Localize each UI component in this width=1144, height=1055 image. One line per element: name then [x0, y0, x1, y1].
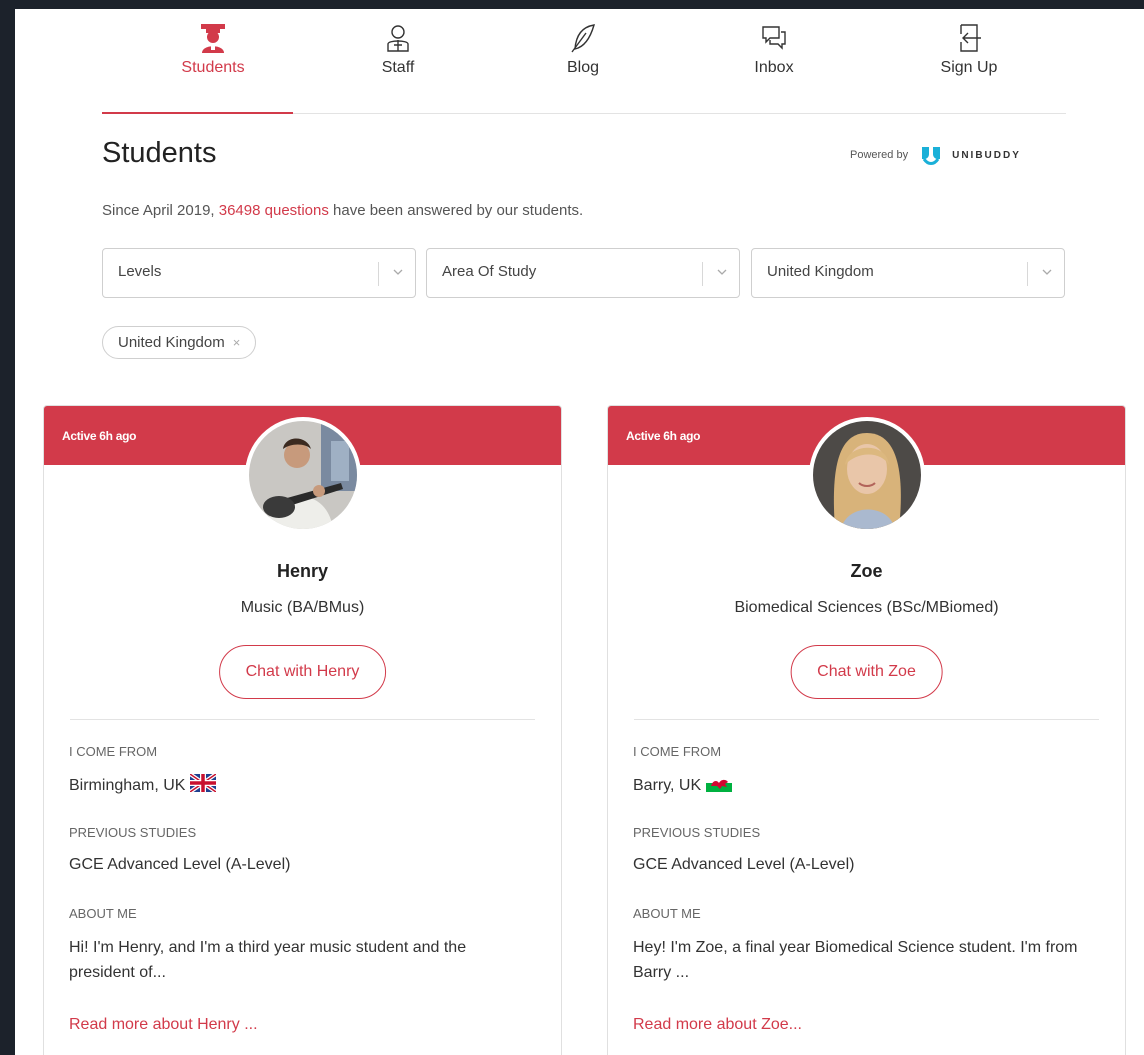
- select-value: Area Of Study: [442, 263, 537, 280]
- chat-bubbles-icon: [709, 23, 839, 59]
- avatar[interactable]: [808, 417, 925, 533]
- graduate-icon: [148, 23, 278, 59]
- feather-icon: [518, 23, 648, 59]
- previous-studies-label: PREVIOUS STUDIES: [633, 825, 761, 840]
- previous-studies-value: GCE Advanced Level (A-Level): [633, 856, 855, 873]
- unibuddy-logo-icon: [920, 145, 942, 165]
- from-label: I COME FROM: [633, 744, 722, 759]
- read-more-link[interactable]: Read more about Henry ...: [69, 1016, 258, 1034]
- summary-suffix: have been answered by our students.: [333, 202, 584, 219]
- divider: [70, 719, 535, 720]
- answered-summary: Since April 2019, 36498 questions have b…: [102, 202, 583, 219]
- previous-studies-value: GCE Advanced Level (A-Level): [69, 856, 291, 873]
- powered-by-label: Powered by: [850, 149, 909, 161]
- student-name: Zoe: [850, 561, 883, 581]
- select-separator: [378, 262, 379, 286]
- from-value: Barry, UK: [633, 774, 733, 797]
- nav-label: Sign Up: [940, 59, 998, 76]
- summary-prefix: Since April 2019,: [102, 202, 215, 219]
- page: Students Staff Blog Inbox Sign Up Studen…: [15, 9, 1144, 1055]
- nav-label: Staff: [381, 59, 415, 76]
- student-card: Active 6h ago Henry Music (BA/BMus) Chat…: [43, 405, 562, 1055]
- chevron-down-icon: [715, 265, 729, 284]
- about-text: Hey! I'm Zoe, a final year Biomedical Sc…: [633, 939, 1078, 981]
- close-icon[interactable]: ×: [233, 327, 241, 358]
- student-course: Biomedical Sciences (BSc/MBiomed): [734, 599, 999, 616]
- unibuddy-wordmark: UNIBUDDY: [952, 149, 1021, 161]
- select-value: Levels: [118, 263, 162, 280]
- country-select[interactable]: United Kingdom: [751, 248, 1065, 298]
- nav-label: Students: [181, 59, 245, 76]
- nav-label: Inbox: [754, 59, 794, 76]
- previous-studies-label: PREVIOUS STUDIES: [69, 825, 197, 840]
- about-text: Hi! I'm Henry, and I'm a third year musi…: [69, 939, 467, 981]
- nav-staff[interactable]: Staff: [333, 23, 463, 77]
- nav-students[interactable]: Students: [148, 23, 278, 77]
- about-label: ABOUT ME: [633, 906, 701, 921]
- chevron-down-icon: [391, 265, 405, 284]
- filter-chip: United Kingdom ×: [102, 326, 257, 359]
- about-label: ABOUT ME: [69, 906, 137, 921]
- chip-label: United Kingdom: [118, 334, 225, 351]
- student-course: Music (BA/BMus): [240, 599, 365, 616]
- nav-active-underline: [102, 112, 293, 114]
- top-nav: Students Staff Blog Inbox Sign Up: [102, 9, 1066, 114]
- chat-button[interactable]: Chat with Zoe: [790, 645, 943, 699]
- nav-signup[interactable]: Sign Up: [904, 23, 1034, 77]
- nav-blog[interactable]: Blog: [518, 23, 648, 77]
- from-value: Birmingham, UK: [69, 772, 218, 797]
- nav-label: Blog: [566, 59, 600, 76]
- hometown: Barry, UK: [633, 776, 702, 794]
- hometown: Birmingham, UK: [69, 776, 186, 794]
- from-label: I COME FROM: [69, 744, 158, 759]
- staff-icon: [333, 23, 463, 59]
- read-more-link[interactable]: Read more about Zoe...: [633, 1016, 802, 1034]
- status-badge: Active 6h ago: [62, 429, 137, 443]
- nav-inbox[interactable]: Inbox: [709, 23, 839, 77]
- avatar[interactable]: [244, 417, 361, 533]
- status-badge: Active 6h ago: [626, 429, 701, 443]
- select-separator: [1027, 262, 1028, 286]
- student-card: Active 6h ago Zoe Biomedical Sciences (B…: [607, 405, 1126, 1055]
- select-value: United Kingdom: [767, 263, 874, 280]
- student-name: Henry: [276, 561, 329, 581]
- divider: [634, 719, 1099, 720]
- wales-flag-icon: [706, 774, 733, 797]
- questions-count: 36498 questions: [218, 202, 329, 219]
- levels-select[interactable]: Levels: [102, 248, 416, 298]
- chevron-down-icon: [1040, 265, 1054, 284]
- powered-by: Powered by UNIBUDDY: [850, 145, 1021, 165]
- uk-flag-icon: [189, 772, 218, 797]
- sign-in-icon: [904, 23, 1034, 59]
- page-title: Students: [102, 137, 217, 169]
- area-of-study-select[interactable]: Area Of Study: [426, 248, 740, 298]
- select-separator: [702, 262, 703, 286]
- chat-button[interactable]: Chat with Henry: [218, 645, 387, 699]
